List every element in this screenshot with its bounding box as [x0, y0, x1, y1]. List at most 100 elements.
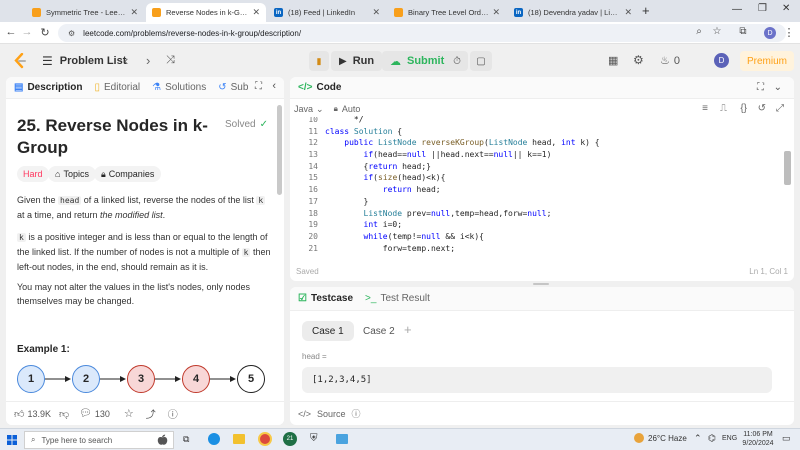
back-arrow-icon[interactable]: ←	[4, 26, 18, 38]
code-editor[interactable]: */ class Solution { public ListNode reve…	[325, 114, 780, 255]
notes-icon[interactable]: ▢	[470, 51, 492, 71]
shuffle-icon[interactable]: ⤨	[166, 54, 175, 67]
minimize-icon[interactable]: —	[732, 4, 742, 15]
example-title: Example 1:	[17, 344, 70, 355]
linkedin-favicon-icon: in	[274, 8, 283, 17]
prev-problem-icon[interactable]: ‹	[124, 53, 128, 68]
tab-editorial[interactable]: ▯ Editorial	[94, 82, 140, 93]
source-link[interactable]: Source	[317, 409, 346, 419]
notifications-icon[interactable]: ▭	[782, 433, 791, 444]
clock[interactable]: 11:06 PM 9/20/2024	[740, 430, 776, 448]
auto-mode[interactable]: Auto	[342, 104, 361, 114]
problem-list-button[interactable]: ☰ Problem List	[42, 54, 126, 68]
expand-icon[interactable]: ⛶	[757, 82, 764, 93]
expand-icon[interactable]: ⛶	[255, 81, 262, 92]
streak-counter[interactable]: ♨ 0	[660, 54, 680, 68]
forward-arrow-icon[interactable]: →	[20, 26, 34, 38]
thumbs-down-icon[interactable]: 👎︎	[59, 408, 69, 420]
editor-scrollbar[interactable]	[784, 151, 791, 185]
bookmark-star-icon[interactable]: ☆	[710, 26, 724, 37]
settings-gear-icon[interactable]: ⚙	[633, 53, 644, 67]
browser-tab-linkedin-profile[interactable]: in (18) Devendra yadav | LinkedIn ✕	[508, 3, 638, 22]
companies-button[interactable]: 🔒︎ Companies	[94, 166, 162, 182]
debug-lock-icon[interactable]: ▮	[309, 51, 329, 71]
chrome-icon[interactable]	[258, 432, 272, 446]
collapse-icon[interactable]: ‹	[272, 80, 276, 92]
tab-testcase[interactable]: ☑ Testcase	[298, 293, 353, 304]
browser-tab-reverse-nodes[interactable]: Reverse Nodes in k-Group - Le ✕	[146, 3, 266, 22]
windows-start-icon[interactable]	[7, 435, 17, 445]
share-icon[interactable]: ⤴	[146, 406, 156, 421]
help-icon[interactable]: ⓘ	[352, 407, 361, 420]
tab-solutions[interactable]: ⚗ Solutions	[152, 82, 206, 93]
zoom-icon[interactable]: ⌕	[692, 26, 706, 37]
timer-icon[interactable]: ⏱	[446, 51, 468, 71]
like-count: 13.9K	[27, 408, 51, 419]
submit-button[interactable]: ☁ Submit	[382, 51, 453, 71]
edge-icon[interactable]	[208, 433, 220, 445]
tab-test-result[interactable]: >_ Test Result	[365, 293, 430, 304]
run-button[interactable]: ▶ Run	[331, 51, 383, 71]
whatsapp-icon[interactable]: 21	[283, 432, 297, 446]
task-view-icon[interactable]: ⧉	[183, 434, 189, 445]
tab-submissions[interactable]: ↺ Sub	[218, 82, 248, 93]
thumbs-up-icon[interactable]: 👍︎	[14, 408, 24, 420]
comment-icon[interactable]: 💬︎	[79, 408, 92, 419]
browser-tab-linkedin-feed[interactable]: in (18) Feed | LinkedIn ✕	[268, 3, 386, 22]
browser-tab-level-order[interactable]: Binary Tree Level Order Travers ✕	[388, 3, 506, 22]
language-select[interactable]: Java	[294, 104, 313, 114]
new-tab-button[interactable]: +	[642, 3, 650, 18]
leetcode-header: ☰ Problem List ‹ › ⤨ ▮ ▶ Run ☁ Submit ⏱ …	[0, 44, 800, 77]
app-icon[interactable]	[336, 434, 348, 444]
taskbar-search-box[interactable]: ⌕ Type here to search 🍎︎	[24, 431, 174, 449]
user-avatar[interactable]: D	[714, 53, 729, 68]
favorite-star-icon[interactable]: ☆	[124, 407, 134, 420]
network-icon[interactable]: ⌬	[708, 433, 716, 444]
format-icon[interactable]: ≡	[702, 103, 708, 114]
line-number: 16	[308, 185, 318, 195]
fullscreen-icon[interactable]: ⤢	[776, 103, 784, 114]
chevron-down-icon[interactable]: ⌄	[316, 104, 324, 115]
saved-status: Saved	[296, 266, 319, 276]
play-icon: ▶	[339, 55, 347, 67]
bookmark-icon[interactable]: ⎍	[720, 103, 727, 114]
description-scrollbar[interactable]	[277, 105, 282, 195]
layout-icon[interactable]: ▦	[608, 54, 618, 67]
browser-tab-symmetric-tree[interactable]: Symmetric Tree - LeetCode ✕	[26, 3, 144, 22]
tab-description[interactable]: ▤ Description	[14, 82, 82, 93]
browser-profile-avatar[interactable]: D	[764, 27, 776, 39]
windows-taskbar: ⌕ Type here to search 🍎︎ ⧉ 21 ⛨ 26°C Haz…	[0, 428, 800, 450]
site-info-icon[interactable]: ⚙	[68, 29, 75, 38]
help-icon[interactable]: ⓘ	[168, 406, 178, 421]
param-input[interactable]: [1,2,3,4,5]	[302, 367, 772, 393]
resize-handle[interactable]	[533, 283, 549, 285]
next-problem-icon[interactable]: ›	[146, 53, 150, 68]
window-close-icon[interactable]: ✕	[782, 3, 790, 14]
shield-icon[interactable]: ⛨	[310, 433, 318, 444]
braces-icon[interactable]: {}	[740, 103, 747, 114]
close-icon[interactable]: ✕	[492, 7, 500, 18]
close-icon[interactable]: ✕	[130, 7, 138, 18]
extensions-icon[interactable]: ⧉	[736, 26, 750, 37]
address-bar[interactable]: ⚙ leetcode.com/problems/reverse-nodes-in…	[58, 24, 786, 42]
description-panel: ▤ Description ▯ Editorial ⚗ Solutions ↺ …	[6, 77, 284, 425]
browser-menu-icon[interactable]: ⋮	[782, 26, 796, 39]
weather-text[interactable]: 26°C Haze	[648, 434, 687, 443]
reload-icon[interactable]: ↻	[38, 26, 52, 39]
restore-icon[interactable]: ❐	[758, 3, 767, 14]
add-case-button[interactable]: +	[404, 322, 412, 337]
file-explorer-icon[interactable]	[233, 434, 245, 444]
leetcode-logo-icon[interactable]	[13, 53, 27, 69]
topics-button[interactable]: ⌂ Topics	[48, 166, 96, 182]
close-icon[interactable]: ✕	[372, 7, 380, 18]
close-icon[interactable]: ✕	[252, 7, 260, 18]
case-2-tab[interactable]: Case 2	[354, 321, 404, 341]
collapse-icon[interactable]: ⌄	[774, 82, 782, 93]
premium-button[interactable]: Premium	[740, 51, 794, 71]
reset-icon[interactable]: ↺	[758, 103, 766, 114]
language-indicator[interactable]: ENG	[722, 435, 737, 442]
line-number: 12	[308, 138, 318, 148]
close-icon[interactable]: ✕	[624, 7, 632, 18]
case-1-tab[interactable]: Case 1	[302, 321, 354, 341]
tray-chevron-icon[interactable]: ⌃	[694, 433, 702, 444]
